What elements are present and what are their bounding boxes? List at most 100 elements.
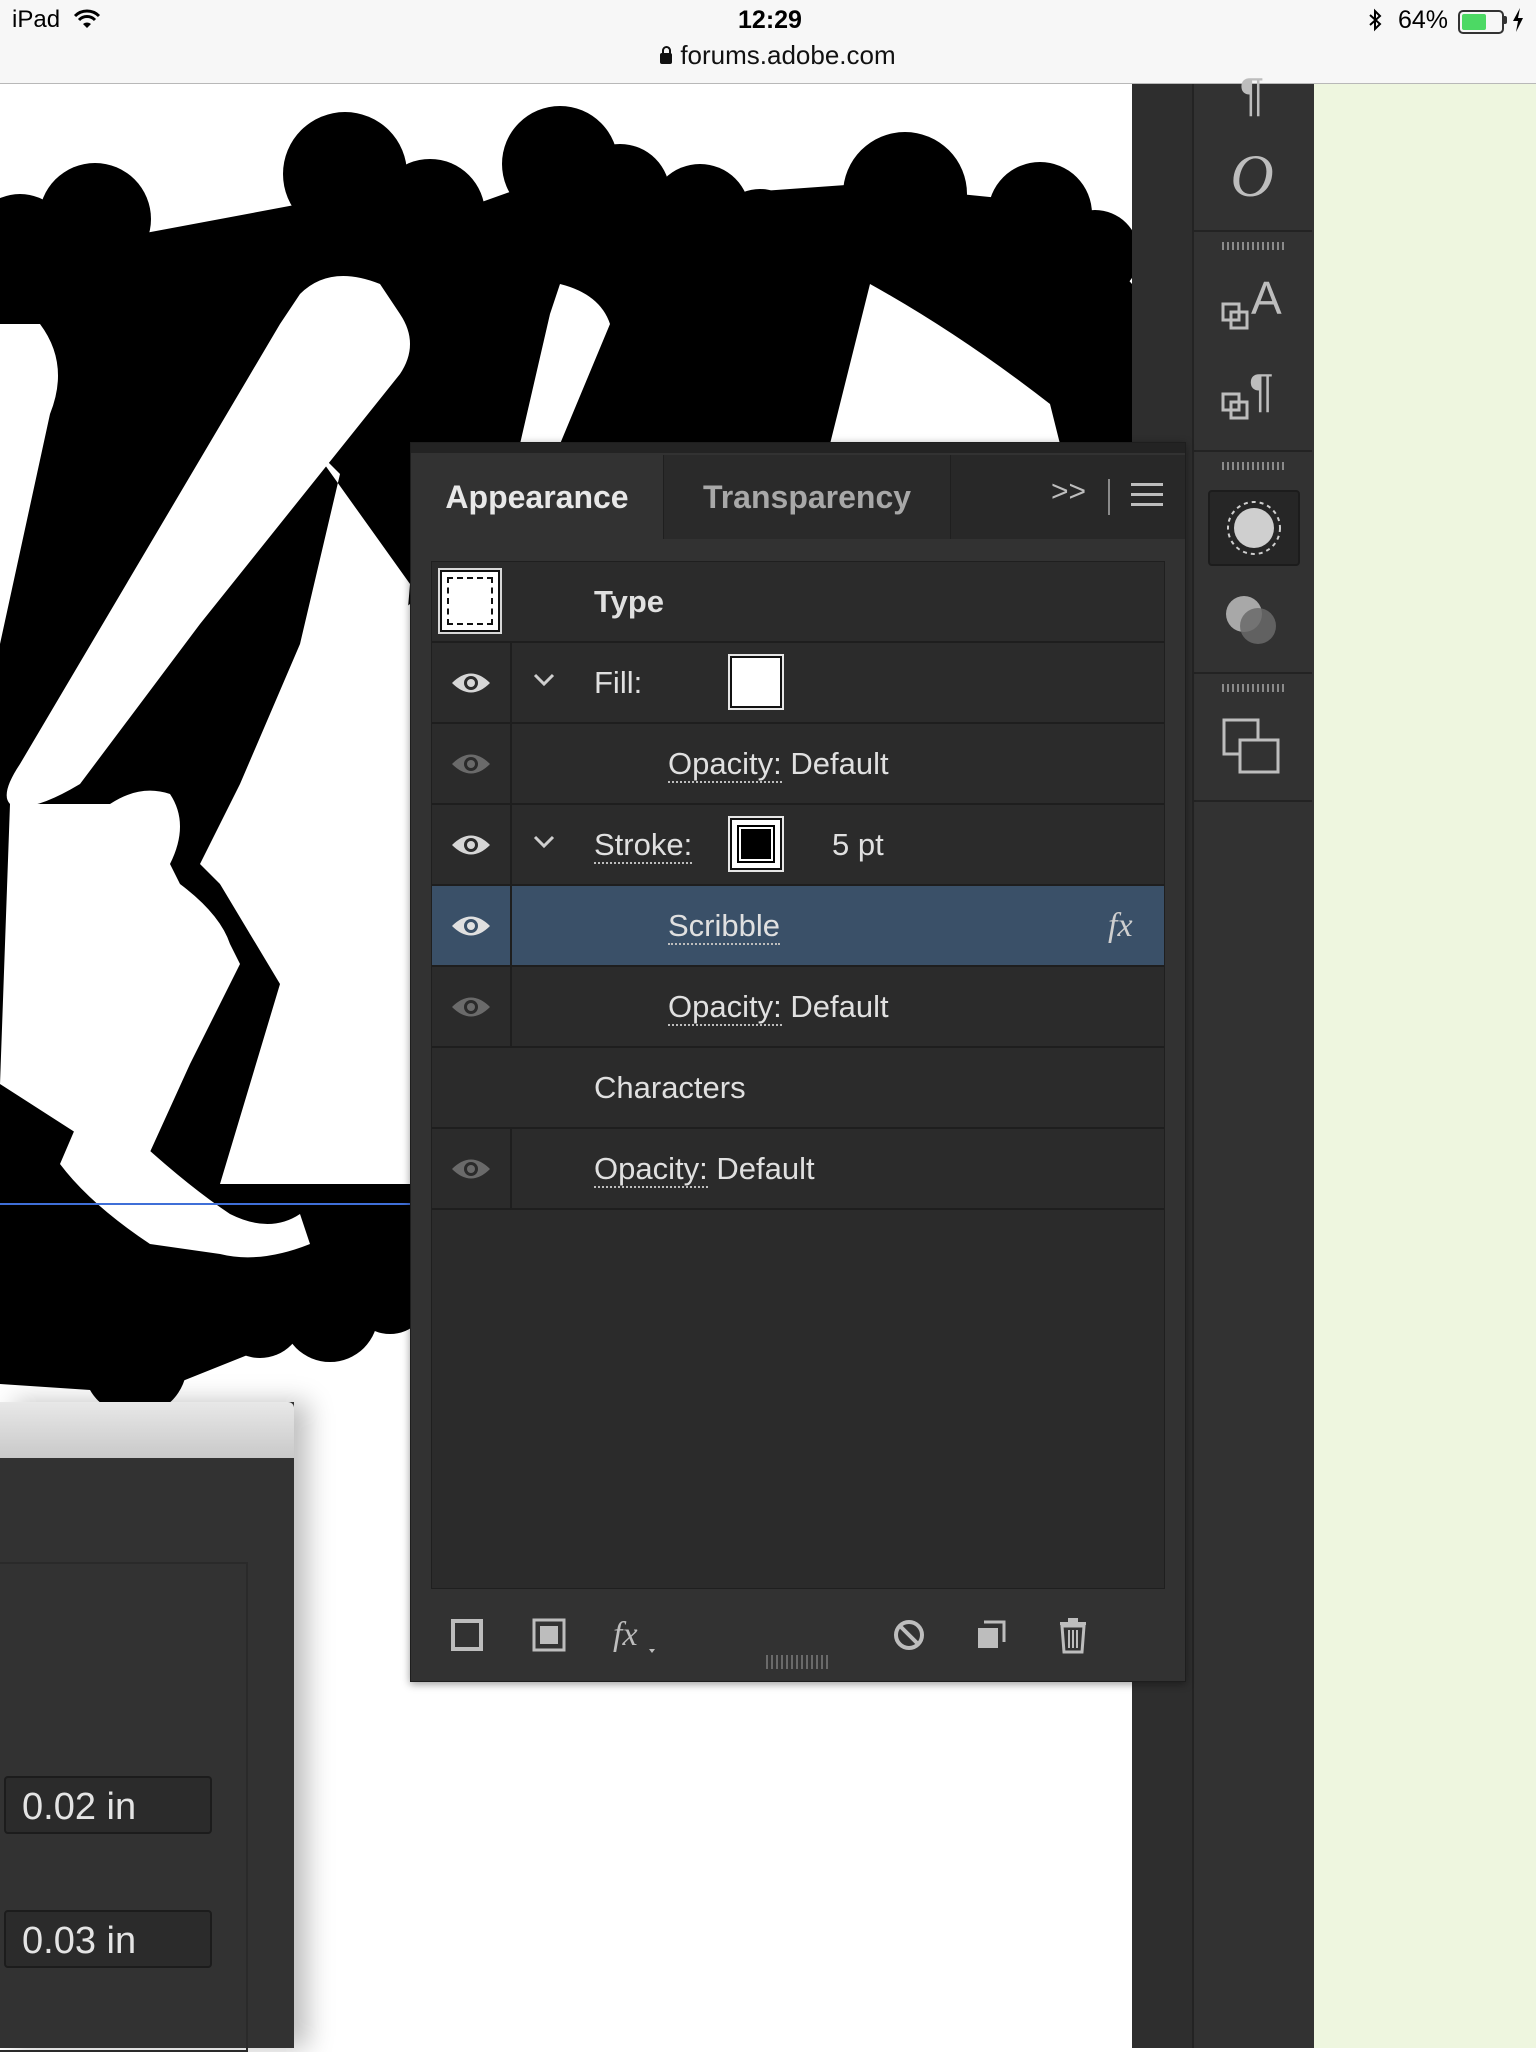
tool-group-divider	[1192, 450, 1312, 452]
opentype-icon: O	[1230, 142, 1274, 209]
add-new-stroke-button[interactable]	[447, 1613, 487, 1657]
tool-group-divider	[1192, 800, 1312, 802]
character-styles-icon: A	[1221, 274, 1282, 330]
paragraph-panel-button[interactable]: ¶	[1208, 68, 1296, 124]
characters-row[interactable]: Characters	[432, 1048, 1164, 1129]
url-text: forums.adobe.com	[680, 40, 896, 70]
collapse-panel-button[interactable]: >>	[1051, 475, 1086, 509]
stroke-weight[interactable]: 5 pt	[832, 805, 884, 884]
charging-icon	[1513, 8, 1523, 32]
spacing-field[interactable]: 0.02 in	[4, 1776, 212, 1834]
battery-level	[1462, 14, 1486, 30]
stroke-label-text: Stroke:	[594, 805, 693, 884]
eye-icon	[452, 916, 490, 935]
tool-group-grip[interactable]	[1222, 684, 1284, 692]
appearance-attributes-list: Type Fill: Opacity: Default Stroke: 5 pt…	[431, 561, 1165, 1589]
page-background	[1314, 84, 1536, 2048]
stroke-row[interactable]: Stroke: 5 pt	[432, 805, 1164, 886]
appearance-panel-button[interactable]	[1208, 490, 1300, 566]
stroke-opacity-link[interactable]: Opacity:	[668, 991, 782, 1026]
character-styles-panel-button[interactable]: A	[1208, 270, 1296, 342]
status-bar: iPad 12:29 forums.adobe.com 64%	[0, 0, 1536, 84]
add-new-fill-icon	[532, 1618, 566, 1652]
scribble-visibility-toggle[interactable]	[432, 886, 512, 965]
stroke-visibility-toggle[interactable]	[432, 805, 512, 884]
eye-icon	[452, 835, 490, 854]
opacity-text: Opacity: Default	[594, 1129, 815, 1208]
type-row[interactable]: Type	[432, 562, 1164, 643]
scribble-effect-row[interactable]: Scribble fx	[432, 886, 1164, 967]
type-label: Type	[594, 584, 665, 619]
paragraph-styles-icon: ¶	[1221, 364, 1274, 420]
lock-icon	[660, 46, 673, 64]
stroke-opacity-text: Opacity: Default	[668, 967, 889, 1046]
stroke-opacity-visibility-toggle[interactable]	[432, 967, 512, 1046]
chevron-down-icon[interactable]	[532, 830, 556, 854]
opentype-panel-button[interactable]: O	[1208, 140, 1296, 212]
tool-group-divider	[1192, 672, 1312, 674]
chevron-down-icon[interactable]	[532, 668, 556, 692]
tool-group-grip[interactable]	[1222, 462, 1284, 470]
delete-button[interactable]	[1053, 1613, 1093, 1657]
add-effect-icon: fx	[613, 1616, 655, 1653]
address-bar[interactable]: forums.adobe.com	[0, 40, 1536, 71]
fill-opacity-value: Default	[790, 746, 889, 781]
artboards-icon	[1222, 718, 1280, 774]
stroke-swatch[interactable]	[730, 818, 782, 870]
opacity-value: Default	[716, 1151, 815, 1186]
delete-icon	[1060, 1618, 1086, 1654]
paragraph-styles-panel-button[interactable]: ¶	[1208, 360, 1296, 432]
fill-label: Fill:	[594, 665, 643, 700]
tab-transparency[interactable]: Transparency	[663, 455, 951, 539]
characters-label: Characters	[594, 1070, 746, 1105]
panel-header-bar[interactable]	[411, 443, 1185, 453]
clear-appearance-button[interactable]	[889, 1613, 929, 1657]
battery-icon	[1458, 10, 1504, 34]
artboards-panel-button[interactable]	[1208, 712, 1296, 784]
tool-group-divider	[1192, 230, 1312, 232]
battery-percent: 64%	[1398, 6, 1449, 34]
fill-visibility-toggle[interactable]	[432, 643, 512, 722]
variation-field[interactable]: 0.03 in	[4, 1910, 212, 1968]
opacity-link[interactable]: Opacity:	[594, 1153, 708, 1188]
scribble-options-dialog: 0.02 in 0.03 in	[0, 1402, 294, 2052]
fill-opacity-row[interactable]: Opacity: Default	[432, 724, 1164, 805]
eye-icon	[452, 997, 490, 1016]
fill-row[interactable]: Fill:	[432, 643, 1164, 724]
add-new-stroke-icon	[451, 1619, 483, 1651]
fill-opacity-visibility-toggle[interactable]	[432, 724, 512, 803]
fill-opacity-link[interactable]: Opacity:	[668, 748, 782, 783]
status-time: 12:29	[738, 6, 802, 34]
add-new-fill-button[interactable]	[529, 1613, 569, 1657]
tool-group-grip[interactable]	[1222, 242, 1284, 250]
clear-appearance-icon	[894, 1620, 924, 1650]
opacity-row[interactable]: Opacity: Default	[432, 1129, 1164, 1210]
bluetooth-icon	[1369, 8, 1382, 32]
stroke-link[interactable]: Stroke:	[594, 829, 693, 864]
stroke-opacity-value: Default	[790, 989, 889, 1024]
stroke-opacity-row[interactable]: Opacity: Default	[432, 967, 1164, 1048]
appearance-panel: Appearance Transparency >> Type Fill: Op…	[410, 442, 1186, 1682]
fill-swatch[interactable]	[730, 656, 782, 708]
duplicate-item-button[interactable]	[971, 1613, 1011, 1657]
panel-menu-icon[interactable]	[1131, 483, 1163, 507]
add-effect-button[interactable]: fx	[611, 1613, 663, 1657]
dialog-title-bar[interactable]	[0, 1402, 294, 1458]
eye-icon	[452, 673, 490, 692]
paragraph-icon: ¶	[1239, 68, 1265, 120]
opacity-visibility-toggle[interactable]	[432, 1129, 512, 1208]
scribble-label: Scribble	[668, 886, 780, 965]
tab-separator	[1108, 479, 1110, 515]
eye-icon	[452, 1159, 490, 1178]
eye-icon	[452, 754, 490, 773]
fx-icon: fx	[1108, 907, 1133, 944]
svg-text:fx: fx	[613, 1616, 638, 1653]
transparency-icon	[1226, 596, 1276, 644]
appearance-icon	[1227, 501, 1281, 555]
svg-text:A: A	[1251, 274, 1282, 324]
scribble-link[interactable]: Scribble	[668, 910, 780, 945]
panel-resize-grip[interactable]	[766, 1655, 830, 1669]
tab-appearance[interactable]: Appearance	[411, 455, 663, 539]
transparency-panel-button[interactable]	[1208, 584, 1296, 656]
duplicate-item-icon	[978, 1620, 1006, 1648]
